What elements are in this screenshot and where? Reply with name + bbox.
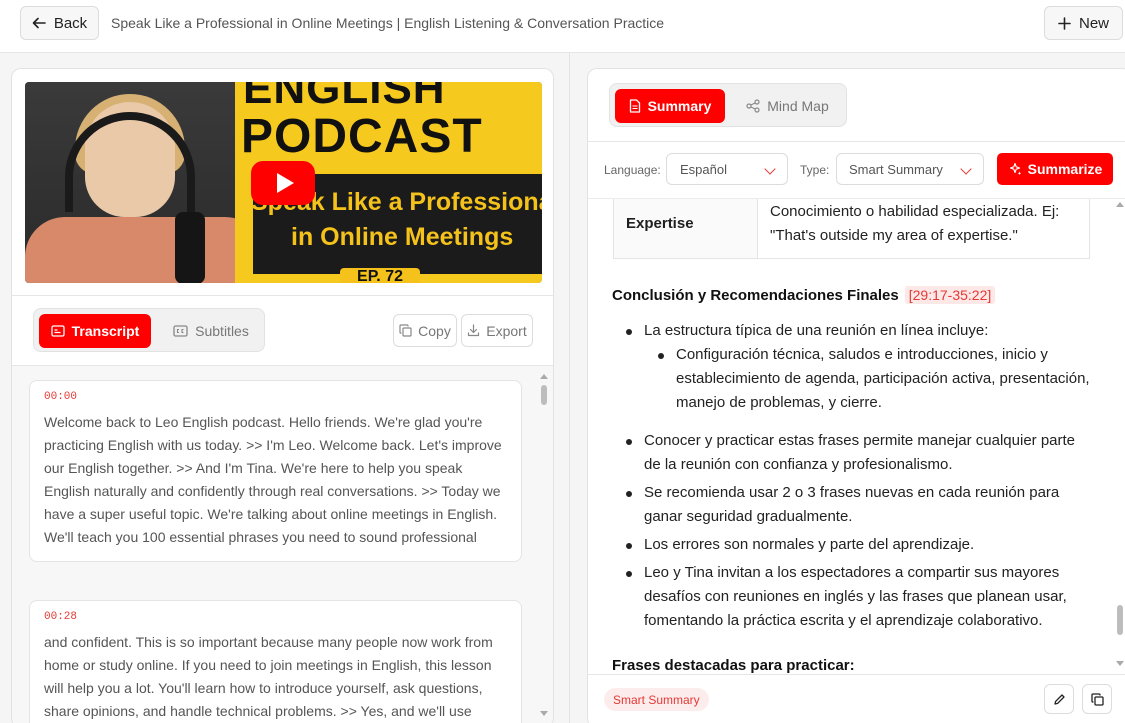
summary-scrollbar[interactable]	[1115, 199, 1125, 674]
tab-summary-label: Summary	[647, 98, 712, 114]
summary-tabs: Summary Mind Map	[609, 83, 847, 127]
thumbnail-episode: EP. 72	[340, 268, 420, 283]
chevron-down-icon	[960, 163, 972, 175]
list-item: Leo y Tina invitan a los espectadores a …	[612, 561, 1092, 633]
type-value: Smart Summary	[849, 162, 943, 177]
scrollbar-thumb[interactable]	[1117, 605, 1123, 635]
panel-divider[interactable]	[569, 53, 570, 723]
tab-transcript[interactable]: Transcript	[39, 314, 151, 348]
document-icon	[629, 99, 640, 113]
table-row: Expertise Conocimiento o habilidad espec…	[613, 199, 1090, 259]
scroll-down-icon[interactable]	[1116, 661, 1124, 666]
tab-subtitles[interactable]: Subtitles	[161, 314, 261, 348]
segment-timestamp[interactable]: 00:00	[44, 391, 507, 403]
transcript-tabs: Transcript Subtitles	[33, 308, 265, 352]
thumbnail-title-2: PODCAST	[241, 110, 483, 163]
new-label: New	[1078, 14, 1109, 32]
scroll-down-icon[interactable]	[540, 711, 548, 716]
new-button[interactable]: New	[1044, 6, 1123, 40]
scroll-up-icon[interactable]	[1116, 202, 1124, 207]
segment-text: and confident. This is so important beca…	[44, 634, 493, 719]
left-panel: ENGLISH PODCAST Speak Like a Professiona…	[11, 68, 554, 723]
language-select[interactable]: Español	[666, 153, 788, 185]
summarize-button[interactable]: Summarize	[997, 153, 1113, 185]
section-heading-phrases: Frases destacadas para practicar:	[612, 657, 855, 673]
back-label: Back	[53, 14, 88, 32]
video-player[interactable]: ENGLISH PODCAST Speak Like a Professiona…	[25, 82, 542, 283]
chevron-down-icon	[764, 163, 776, 175]
list-item: Los errores son normales y parte del apr…	[612, 533, 1092, 557]
tab-subtitles-label: Subtitles	[195, 323, 249, 339]
copy-label: Copy	[418, 322, 451, 339]
scrollbar-thumb[interactable]	[541, 385, 547, 405]
edit-button[interactable]	[1044, 684, 1074, 714]
summarize-label: Summarize	[1027, 161, 1103, 177]
list-item: Se recomienda usar 2 o 3 frases nuevas e…	[612, 481, 1092, 529]
transcript-icon	[50, 325, 65, 337]
transcript-list[interactable]: 00:00 Welcome back to Leo English podcas…	[12, 366, 553, 723]
copy-icon	[1090, 692, 1104, 706]
glossary-definition: Conocimiento o habilidad especializada. …	[757, 199, 1090, 259]
back-button[interactable]: Back	[20, 6, 99, 40]
tab-transcript-label: Transcript	[71, 323, 140, 339]
page-title: Speak Like a Professional in Online Meet…	[111, 15, 665, 31]
summary-type-badge: Smart Summary	[604, 688, 709, 711]
plus-icon	[1058, 16, 1071, 30]
youtube-play-icon[interactable]	[251, 161, 315, 205]
copy-button[interactable]: Copy	[393, 314, 457, 347]
glossary-table: Expertise Conocimiento o habilidad espec…	[613, 199, 1090, 259]
section-heading: Conclusión y Recomendaciones Finales [29:…	[612, 286, 996, 304]
download-icon	[468, 324, 480, 337]
language-value: Español	[680, 162, 727, 177]
arrow-left-icon	[32, 17, 46, 29]
scroll-up-icon[interactable]	[540, 374, 548, 379]
list-item: Conocer y practicar estas frases permite…	[612, 429, 1092, 477]
language-label: Language:	[604, 163, 661, 177]
section-timestamp[interactable]: [29:17-35:22]	[904, 286, 996, 304]
glossary-term: Expertise	[613, 199, 758, 259]
sparkle-icon	[1009, 162, 1021, 176]
share-nodes-icon	[746, 99, 760, 113]
list-item: La estructura típica de una reunión en l…	[612, 319, 1092, 415]
list-item: Configuración técnica, saludos e introdu…	[644, 343, 1092, 415]
transcript-scrollbar[interactable]	[539, 374, 549, 723]
type-label: Type:	[800, 163, 830, 177]
copy-summary-button[interactable]	[1082, 684, 1112, 714]
transcript-segment[interactable]: 00:28 and confident. This is so importan…	[29, 600, 522, 723]
tab-mind-map[interactable]: Mind Map	[735, 89, 840, 123]
right-panel: Summary Mind Map Language: Español Type:…	[587, 68, 1125, 723]
tab-summary[interactable]: Summary	[615, 89, 725, 123]
type-select[interactable]: Smart Summary	[836, 153, 984, 185]
top-bar: Back Speak Like a Professional in Online…	[0, 0, 1125, 53]
copy-icon	[399, 324, 412, 337]
segment-text: Welcome back to Leo English podcast. Hel…	[44, 414, 502, 545]
thumbnail-subtitle-2: in Online Meetings	[291, 223, 514, 251]
segment-timestamp[interactable]: 00:28	[44, 611, 507, 623]
cc-icon	[173, 325, 188, 337]
export-label: Export	[486, 322, 527, 339]
section-title: Conclusión y Recomendaciones Finales	[612, 287, 899, 304]
transcript-segment[interactable]: 00:00 Welcome back to Leo English podcas…	[29, 380, 522, 562]
summary-bullets: La estructura típica de una reunión en l…	[612, 319, 1092, 637]
export-button[interactable]: Export	[461, 314, 533, 347]
pencil-icon	[1053, 693, 1065, 705]
tab-mind-map-label: Mind Map	[767, 98, 829, 114]
summary-content[interactable]: Expertise Conocimiento o habilidad espec…	[588, 199, 1118, 673]
